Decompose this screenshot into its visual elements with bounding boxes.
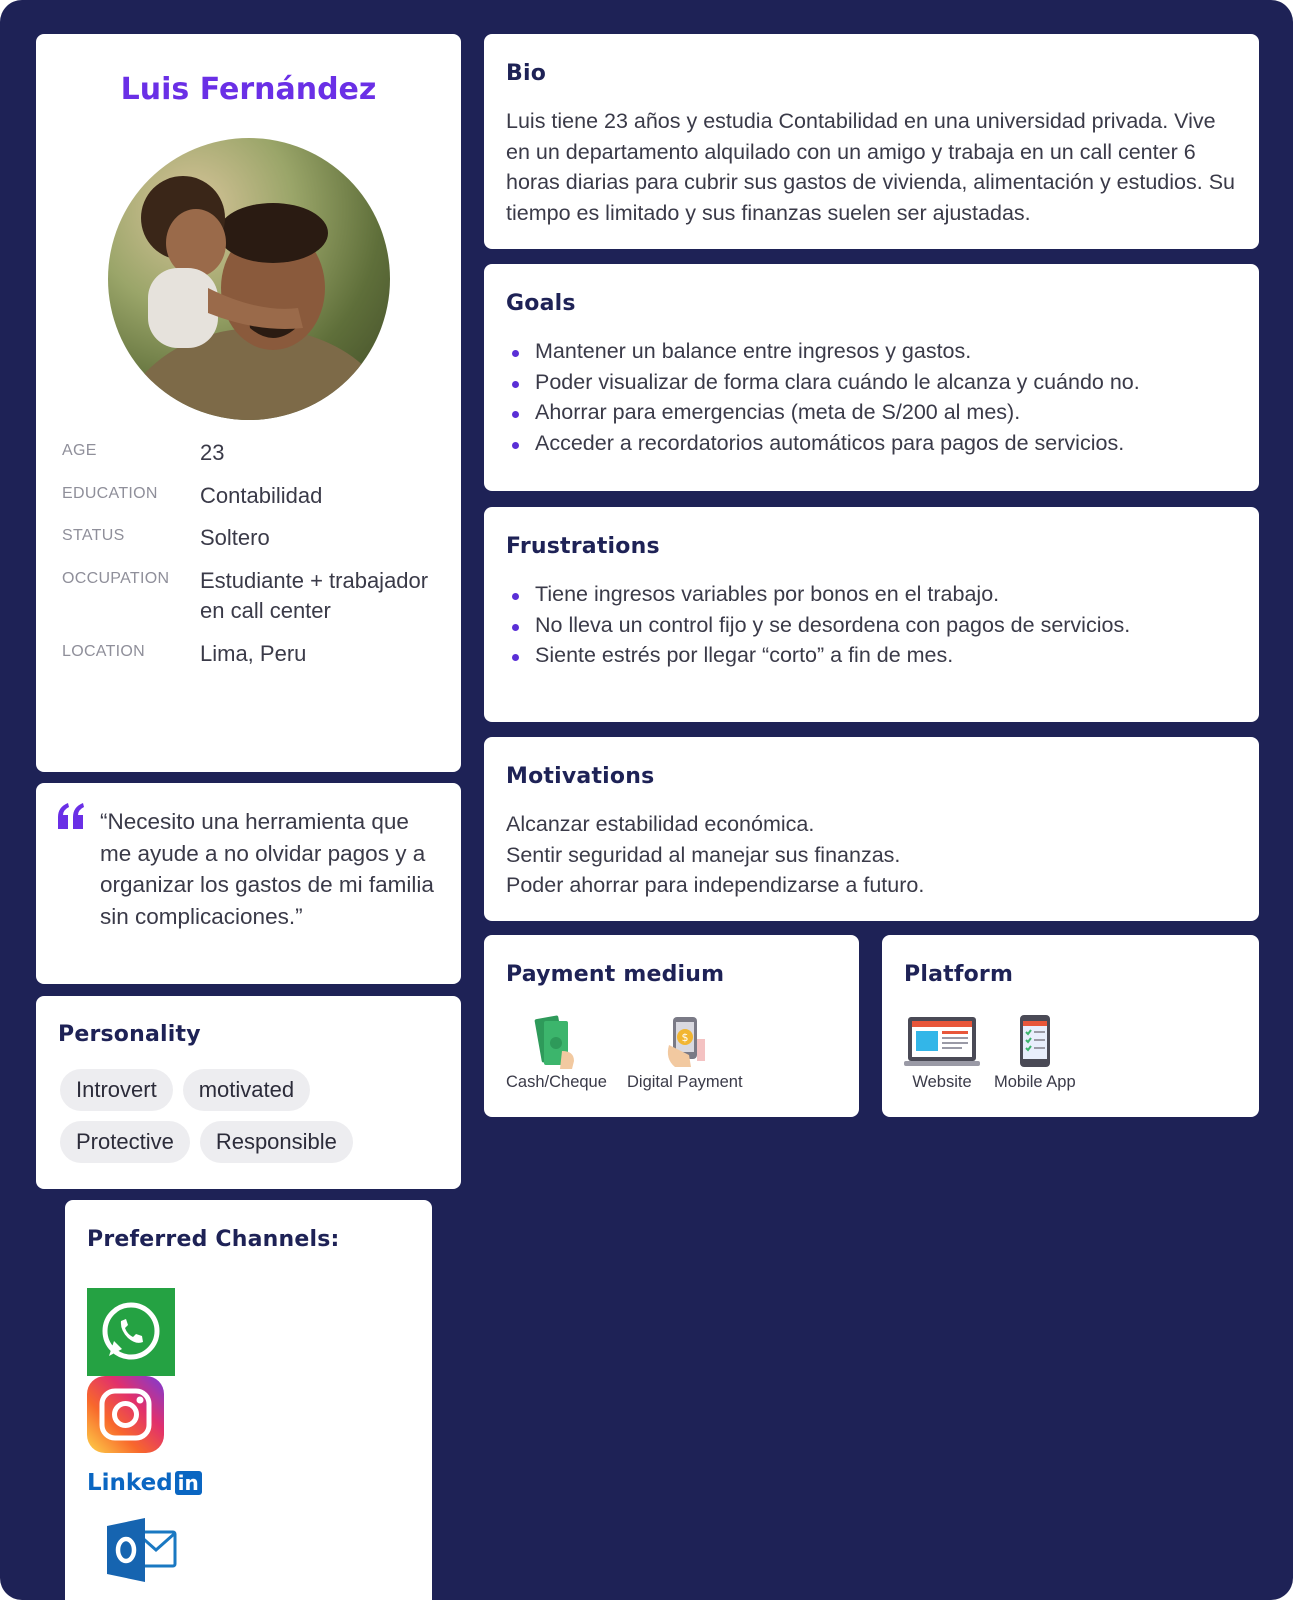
mobile-app-icon [1019,1015,1050,1067]
persona-name: Luis Fernández [120,72,377,107]
fact-value: 23 [200,440,225,465]
personality-tag: Protective [60,1121,190,1163]
fact-label: AGE [62,442,97,459]
personality-tag: motivated [182,1069,311,1111]
fact-value: Soltero [200,525,270,550]
goals-list: Mantener un balance entre ingresos y gas… [506,336,1236,458]
payment-option-label: Digital Payment [627,1073,743,1091]
quote-card: “Necesito una herramienta que me ayude a… [36,783,461,984]
persona-board: Luis Fernández AGE 23 EDUCATION Contabil… [0,0,1293,1600]
frustration-item: Tiene ingresos variables por bonos en el… [506,579,1236,610]
motivation-line: Alcanzar estabilidad económica. [506,812,815,836]
goal-item: Ahorrar para emergencias (meta de S/200 … [506,397,1236,428]
fact-education: EDUCATION Contabilidad [62,481,442,512]
quote-icon [58,803,84,829]
motivations-title: Motivations [506,764,655,789]
linkedin-text: Linked [87,1470,173,1496]
platform-card: Platform Website Mobile App [882,935,1259,1117]
fact-location: LOCATION Lima, Peru [62,639,442,670]
motivations-list: Alcanzar estabilidad económica. Sentir s… [506,809,1236,901]
platform-option-website: Website [904,1011,980,1092]
svg-text:$: $ [681,1031,688,1044]
motivations-card: Motivations Alcanzar estabilidad económi… [484,737,1259,921]
payment-title: Payment medium [506,962,725,987]
platform-option-mobile: Mobile App [994,1011,1076,1092]
personality-tag: Introvert [60,1069,173,1111]
whatsapp-icon[interactable] [87,1288,175,1376]
payment-option-digital: $ Digital Payment [627,1011,743,1092]
bio-text: Luis tiene 23 años y estudia Contabilida… [506,109,1235,225]
payment-option-label: Cash/Cheque [506,1073,607,1091]
digital-payment-icon: $ [667,1017,705,1067]
instagram-icon[interactable] [87,1376,164,1453]
personality-title: Personality [58,1022,201,1047]
linkedin-logo[interactable]: Linked in [87,1470,202,1496]
goals-card: Goals Mantener un balance entre ingresos… [484,264,1259,491]
fact-label: OCCUPATION [62,569,170,587]
personality-tag: Responsible [199,1121,353,1163]
bio-card: Bio Luis tiene 23 años y estudia Contabi… [484,34,1259,249]
goal-item: Acceder a recordatorios automáticos para… [506,428,1236,459]
personality-card: Personality Introvert motivated Protecti… [36,996,461,1189]
platform-title: Platform [904,962,1014,987]
profile-facts: AGE 23 EDUCATION Contabilidad STATUS Sol… [62,438,442,681]
platform-option-label: Mobile App [994,1073,1076,1091]
frustrations-card: Frustrations Tiene ingresos variables po… [484,507,1259,722]
fact-status: STATUS Soltero [62,523,442,554]
frustrations-title: Frustrations [506,534,660,559]
quote-text: “Necesito una herramienta que me ayude a… [100,809,434,929]
platform-option-label: Website [912,1073,972,1091]
profile-card: Luis Fernández AGE 23 EDUCATION Contabil… [36,34,461,772]
channels-title: Preferred Channels: [87,1227,340,1252]
frustrations-list: Tiene ingresos variables por bonos en el… [506,579,1236,671]
motivation-line: Poder ahorrar para independizarse a futu… [506,873,925,897]
fact-age: AGE 23 [62,438,442,469]
outlook-icon[interactable] [107,1518,177,1582]
fact-value: Lima, Peru [200,640,307,666]
bio-title: Bio [506,61,547,86]
goal-item: Poder visualizar de forma clara cuándo l… [506,367,1236,398]
fact-label: STATUS [62,527,125,544]
personality-tags: Introvert motivated Protective Responsib… [60,1069,440,1163]
goal-item: Mantener un balance entre ingresos y gas… [506,336,1236,367]
payment-medium-card: Payment medium Cash/Cheque $ Digital Pay… [484,935,859,1117]
motivation-line: Sentir seguridad al manejar sus finanzas… [506,842,901,867]
website-icon [904,1017,980,1066]
cash-icon [535,1015,575,1069]
person-photo [108,138,390,420]
payment-option-cash: Cash/Cheque [506,1011,607,1092]
fact-value: Contabilidad [200,482,323,508]
goals-title: Goals [506,291,576,316]
fact-value: Estudiante + trabajador en call center [200,567,429,624]
frustration-item: Siente estrés por llegar “corto” a fin d… [506,640,1236,671]
fact-occupation: OCCUPATION Estudiante + trabajador en ca… [62,566,442,627]
fact-label: EDUCATION [62,484,158,502]
linkedin-in-box: in [174,1471,202,1495]
fact-label: LOCATION [62,642,146,660]
preferred-channels-card: Preferred Channels: Linked in [65,1200,432,1600]
frustration-item: No lleva un control fijo y se desordena … [506,610,1236,641]
